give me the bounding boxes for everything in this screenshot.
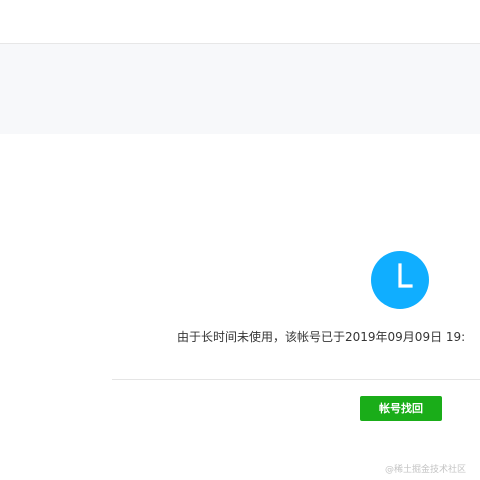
clock-icon: [371, 251, 429, 309]
content-divider: [112, 379, 480, 380]
page: 由于长时间未使用，该帐号已于2019年09月09日 19: 帐号找回 @稀土掘金…: [0, 0, 480, 480]
header-band: [0, 44, 480, 134]
watermark-text: @稀土掘金技术社区: [385, 465, 467, 475]
account-recovery-button[interactable]: 帐号找回: [360, 396, 442, 421]
account-status-message: 由于长时间未使用，该帐号已于2019年09月09日 19:: [177, 330, 466, 344]
